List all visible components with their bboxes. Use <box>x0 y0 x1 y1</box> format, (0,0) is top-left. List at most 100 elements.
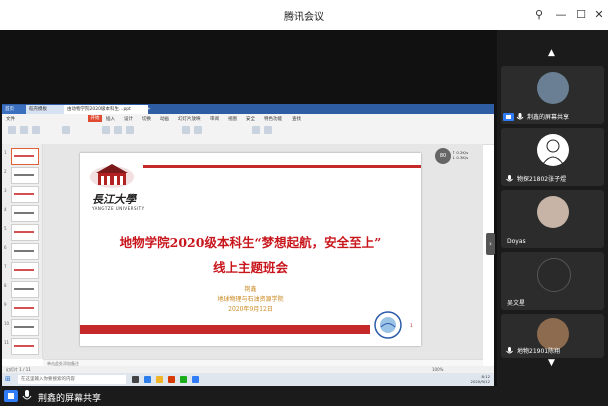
avatar <box>537 134 569 166</box>
network-speed-badge[interactable]: 80 <box>435 148 451 164</box>
participant-name: 荆鑫的屏幕共享 <box>527 114 570 121</box>
browser-icon[interactable] <box>144 376 151 383</box>
slide-thumbnail[interactable] <box>11 148 39 165</box>
thumb-number: 8 <box>4 283 7 288</box>
menu-slideshow[interactable]: 幻灯片放映 <box>178 116 201 122</box>
close-button[interactable]: ✕ <box>590 6 608 24</box>
screen-share-icon <box>4 390 18 402</box>
microphone-icon <box>506 347 513 354</box>
folder-icon[interactable] <box>156 376 163 383</box>
slide-top-stripe <box>143 165 421 168</box>
shape-icon[interactable] <box>252 126 260 134</box>
zoom-level[interactable]: 100% <box>432 366 443 373</box>
tab-presentation[interactable]: 由动物学院2020级本科生…ppt <box>64 105 148 114</box>
menu-review[interactable]: 审阅 <box>210 116 219 122</box>
presenter-name: 荆鑫 <box>244 286 257 293</box>
paste-icon[interactable] <box>8 126 16 134</box>
align-center-icon[interactable] <box>194 126 202 134</box>
task-view-icon[interactable] <box>132 376 139 383</box>
menu-insert[interactable]: 插入 <box>106 116 115 122</box>
participant-name: 吴文星 <box>507 300 526 307</box>
menu-transition[interactable]: 切换 <box>142 116 151 122</box>
slide-thumbnail[interactable] <box>11 205 39 222</box>
windows-start-icon[interactable]: ⊞ <box>5 376 12 383</box>
scroll-down-arrow-icon[interactable]: ▼ <box>548 358 555 368</box>
maximize-button[interactable]: ☐ <box>572 6 590 24</box>
slide-thumbnail[interactable] <box>11 167 39 184</box>
scroll-up-arrow-icon[interactable]: ▲ <box>548 48 555 58</box>
copy-icon[interactable] <box>32 126 40 134</box>
underline-icon[interactable] <box>126 126 134 134</box>
screen-share-icon <box>503 113 514 121</box>
avatar <box>537 72 569 104</box>
slide-counter: 幻灯片 1 / 11 <box>6 367 31 372</box>
download-speed: ↓ 0.3K/s <box>452 155 469 160</box>
arrange-icon[interactable] <box>264 126 272 134</box>
thumb-number: 9 <box>4 302 7 307</box>
thumb-number: 3 <box>4 188 7 193</box>
menu-find[interactable]: 查找 <box>292 116 301 122</box>
tab-templates[interactable]: 稻壳模板 <box>26 105 68 114</box>
new-slide-icon[interactable] <box>62 126 70 134</box>
participant-card[interactable]: 荆鑫的屏幕共享 <box>501 66 604 124</box>
slide-thumbnail[interactable] <box>11 338 39 355</box>
thumb-number: 2 <box>4 169 7 174</box>
windows-taskbar: ⊞ 在这里输入你要搜索的内容 8:12 2020/9/12 <box>2 373 494 386</box>
ribbon-toolbar: 文件 开始 插入 设计 切换 动画 幻灯片放映 审阅 视图 安全 特色功能 查找 <box>2 114 494 145</box>
tencent-meeting-icon[interactable] <box>192 376 199 383</box>
slide-thumbnail[interactable] <box>11 224 39 241</box>
university-seal-icon <box>374 311 402 339</box>
slide-thumbnail-pane: 1 2 3 4 5 6 7 8 9 10 11 <box>2 144 43 359</box>
shared-screen[interactable]: 首页 稻壳模板 由动物学院2020级本科生…ppt + 文件 开始 插入 设计 … <box>2 104 494 386</box>
bold-icon[interactable] <box>102 126 110 134</box>
participant-card[interactable]: Doyas <box>501 190 604 248</box>
wps-icon[interactable] <box>168 376 175 383</box>
slide-thumbnail[interactable] <box>11 300 39 317</box>
university-english-name: YANGTZE UNIVERSITY <box>92 206 145 211</box>
slide-thumbnail[interactable] <box>11 262 39 279</box>
network-speed-stats: ↑ 0.2K/s ↓ 0.3K/s <box>452 150 468 160</box>
menu-design[interactable]: 设计 <box>124 116 133 122</box>
thumb-number: 1 <box>4 150 7 155</box>
department-name: 地球物理与石油资源学院 <box>217 296 284 303</box>
collapse-sidebar-button[interactable]: › <box>486 233 495 255</box>
notes-field[interactable]: 单击此处添加备注 <box>43 359 483 366</box>
taskbar-search-input[interactable]: 在这里输入你要搜索的内容 <box>18 375 126 384</box>
participant-card[interactable]: 地物21901陈翔 <box>501 314 604 358</box>
menu-file[interactable]: 文件 <box>6 116 15 122</box>
university-building-logo <box>90 164 134 188</box>
slide-thumbnail[interactable] <box>11 186 39 203</box>
menu-features[interactable]: 特色功能 <box>264 116 282 122</box>
thumb-number: 4 <box>4 207 7 212</box>
slide-title-line2: 线上主题班会 <box>212 260 288 275</box>
microphone-icon[interactable] <box>22 390 32 402</box>
participant-card[interactable]: 吴文星 <box>501 252 604 310</box>
new-tab-button[interactable]: + <box>144 105 158 114</box>
slide-thumbnail[interactable] <box>11 319 39 336</box>
microphone-icon <box>506 175 513 182</box>
menu-view[interactable]: 视图 <box>228 116 237 122</box>
thumb-number: 6 <box>4 245 7 250</box>
participant-name: 物探21802张子煜 <box>517 176 567 183</box>
microphone-icon <box>516 113 524 120</box>
align-left-icon[interactable] <box>182 126 190 134</box>
menu-animation[interactable]: 动画 <box>160 116 169 122</box>
thumb-number: 5 <box>4 226 7 231</box>
current-slide[interactable]: 長江大學 YANGTZE UNIVERSITY 地物学院2020级本科生“梦想起… <box>80 153 421 346</box>
wechat-icon[interactable] <box>180 376 187 383</box>
menu-start[interactable]: 开始 <box>88 115 102 122</box>
pin-icon[interactable]: ⚲ <box>530 6 548 24</box>
window-title-bar: 腾讯会议 ⚲ — ☐ ✕ <box>0 0 608 30</box>
slide-thumbnail[interactable] <box>11 281 39 298</box>
slide-thumbnail[interactable] <box>11 243 39 260</box>
slide-canvas: 長江大學 YANGTZE UNIVERSITY 地物学院2020级本科生“梦想起… <box>43 144 483 359</box>
minimize-button[interactable]: — <box>552 6 570 24</box>
participant-card[interactable]: 物探21802张子煜 <box>501 128 604 186</box>
menu-security[interactable]: 安全 <box>246 116 255 122</box>
taskbar-clock: 8:12 2020/9/12 <box>454 374 490 384</box>
slide-page-number: 1 <box>410 324 413 329</box>
cut-icon[interactable] <box>20 126 28 134</box>
tab-home[interactable]: 首页 <box>2 105 28 114</box>
thumb-number: 11 <box>4 340 10 345</box>
italic-icon[interactable] <box>114 126 122 134</box>
